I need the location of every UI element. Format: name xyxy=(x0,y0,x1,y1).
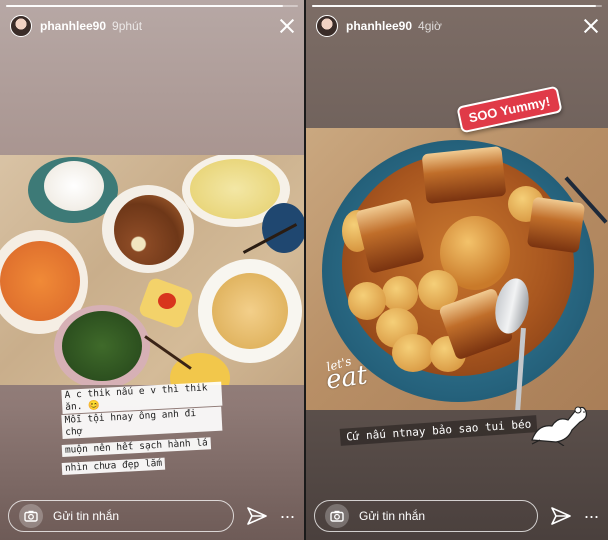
story-progress-bar xyxy=(6,5,298,7)
send-icon[interactable] xyxy=(246,505,268,527)
caption-line: nhìn chưa đẹp lắm xyxy=(61,457,166,475)
sauce-cup xyxy=(262,203,304,253)
stir-fried-greens xyxy=(62,311,142,381)
rice xyxy=(44,161,104,211)
more-icon[interactable]: ··· xyxy=(278,506,296,527)
bear-sticker xyxy=(531,406,587,446)
story-left[interactable]: phanhlee90 9phút A c thik nấu e v thì th… xyxy=(0,0,304,540)
broth xyxy=(190,159,280,219)
post-time: 9phút xyxy=(112,19,143,33)
braised-pork xyxy=(114,195,184,265)
story-photo xyxy=(0,155,304,385)
post-time: 4giờ xyxy=(418,19,442,33)
progress-fill xyxy=(312,5,597,7)
reply-placeholder: Gửi tin nhắn xyxy=(359,509,426,523)
story-header: phanhlee90 4giờ xyxy=(316,14,600,38)
story-progress-bar xyxy=(312,5,602,7)
reply-input[interactable]: Gửi tin nhắn xyxy=(314,500,538,532)
story-caption: Cứ nấu ntnay bảo sao tui béo xyxy=(339,415,538,446)
eat-text: eat xyxy=(324,360,370,396)
story-caption: A c thik nấu e v thì thik ăn. 😊 Mỗi tội … xyxy=(61,381,223,476)
reply-placeholder: Gửi tin nhắn xyxy=(53,509,120,523)
pork-belly xyxy=(421,145,507,205)
caption-line: muộn nên hết sạch hành lá xyxy=(61,437,212,457)
close-icon[interactable] xyxy=(278,17,296,35)
orange-soup xyxy=(0,241,80,321)
chopsticks xyxy=(144,335,192,370)
story-right[interactable]: phanhlee90 4giờ SOO Yummy! let's eat Cứ xyxy=(306,0,608,540)
quail-egg xyxy=(392,334,434,372)
close-icon[interactable] xyxy=(582,17,600,35)
lets-eat-sticker: let's eat xyxy=(324,354,370,396)
reply-bar: Gửi tin nhắn ··· xyxy=(8,500,296,532)
yummy-sticker: SOO Yummy! xyxy=(456,85,563,134)
chili-sauce xyxy=(158,293,176,309)
story-header: phanhlee90 9phút xyxy=(10,14,296,38)
camera-icon[interactable] xyxy=(325,504,349,528)
reply-bar: Gửi tin nhắn ··· xyxy=(314,500,600,532)
reply-input[interactable]: Gửi tin nhắn xyxy=(8,500,234,532)
username[interactable]: phanhlee90 xyxy=(40,19,106,33)
send-icon[interactable] xyxy=(550,505,572,527)
quail-egg xyxy=(382,276,418,312)
pork-belly xyxy=(526,196,586,254)
omelette xyxy=(212,273,288,349)
more-icon[interactable]: ··· xyxy=(582,506,600,527)
avatar[interactable] xyxy=(10,15,32,37)
username[interactable]: phanhlee90 xyxy=(346,19,412,33)
progress-fill xyxy=(6,5,284,7)
camera-icon[interactable] xyxy=(19,504,43,528)
avatar[interactable] xyxy=(316,15,338,37)
